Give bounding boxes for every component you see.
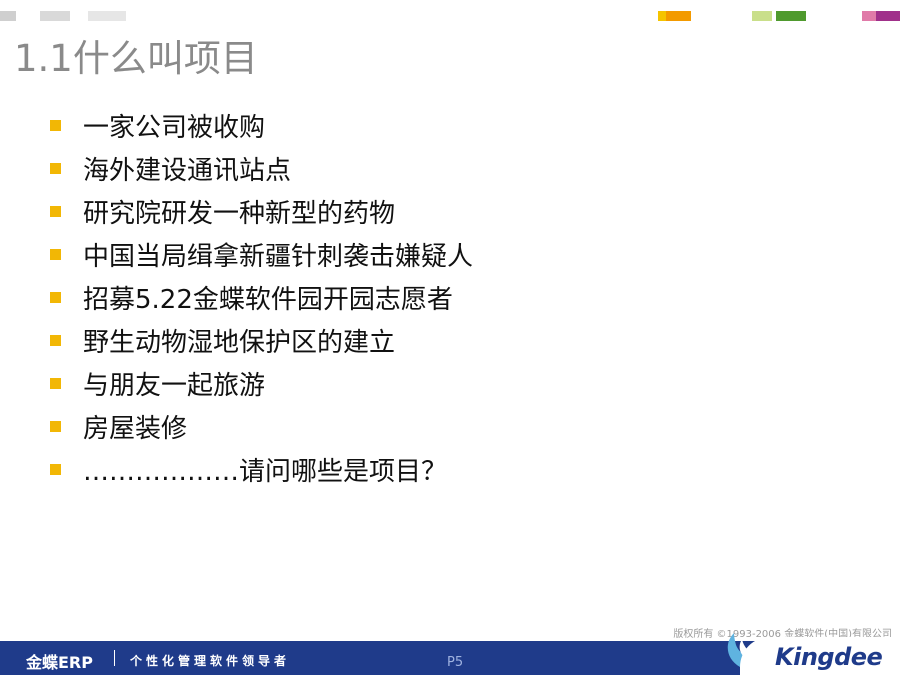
top-strip-orange <box>666 11 691 21</box>
bullet-square-icon <box>50 464 61 475</box>
top-strip-yellow <box>658 11 666 21</box>
bullet-square-icon <box>50 163 61 174</box>
bullet-text: 招募5.22金蝶软件园开园志愿者 <box>83 285 453 315</box>
top-strip-green <box>776 11 806 21</box>
brand-name: 金蝶ERP <box>26 653 93 672</box>
bullet-text: 一家公司被收购 <box>83 113 266 143</box>
page-number: P5 <box>447 655 464 670</box>
bullet-square-icon <box>50 378 61 389</box>
list-item: 房屋装修 <box>50 405 473 448</box>
brand-tagline: 个性化管理软件领导者 <box>130 654 291 668</box>
bullet-text: 与朋友一起旅游 <box>83 371 266 401</box>
list-item: 一家公司被收购 <box>50 104 473 147</box>
kingdee-logo: Kingdee <box>775 643 883 671</box>
slide-title: 1.1什么叫项目 <box>14 37 258 80</box>
top-strip-purple <box>876 11 900 21</box>
list-item: 海外建设通讯站点 <box>50 147 473 190</box>
bullet-square-icon <box>50 292 61 303</box>
top-strip-gray-3 <box>88 11 126 21</box>
bullet-text: ………………请问哪些是项目？ <box>83 457 448 487</box>
top-strip-gray-1 <box>0 11 16 21</box>
bullet-square-icon <box>50 421 61 432</box>
list-item: 与朋友一起旅游 <box>50 362 473 405</box>
list-item: 中国当局缉拿新疆针刺袭击嫌疑人 <box>50 233 473 276</box>
bullet-square-icon <box>50 206 61 217</box>
bullet-text: 房屋装修 <box>83 414 188 444</box>
bullet-list: 一家公司被收购 海外建设通讯站点 研究院研发一种新型的药物 中国当局缉拿新疆针刺… <box>50 104 473 491</box>
top-strip-gray-2 <box>40 11 70 21</box>
bullet-text: 研究院研发一种新型的药物 <box>83 199 396 229</box>
bullet-square-icon <box>50 249 61 260</box>
bullet-square-icon <box>50 120 61 131</box>
bullet-text: 中国当局缉拿新疆针刺袭击嫌疑人 <box>83 242 474 272</box>
top-strip-pink <box>862 11 876 21</box>
list-item: ………………请问哪些是项目？ <box>50 448 473 491</box>
list-item: 野生动物湿地保护区的建立 <box>50 319 473 362</box>
bullet-square-icon <box>50 335 61 346</box>
list-item: 研究院研发一种新型的药物 <box>50 190 473 233</box>
footer-divider <box>114 650 115 666</box>
bullet-text: 野生动物湿地保护区的建立 <box>83 328 396 358</box>
top-strip-light-green <box>752 11 772 21</box>
list-item: 招募5.22金蝶软件园开园志愿者 <box>50 276 473 319</box>
bullet-text: 海外建设通讯站点 <box>83 156 292 186</box>
